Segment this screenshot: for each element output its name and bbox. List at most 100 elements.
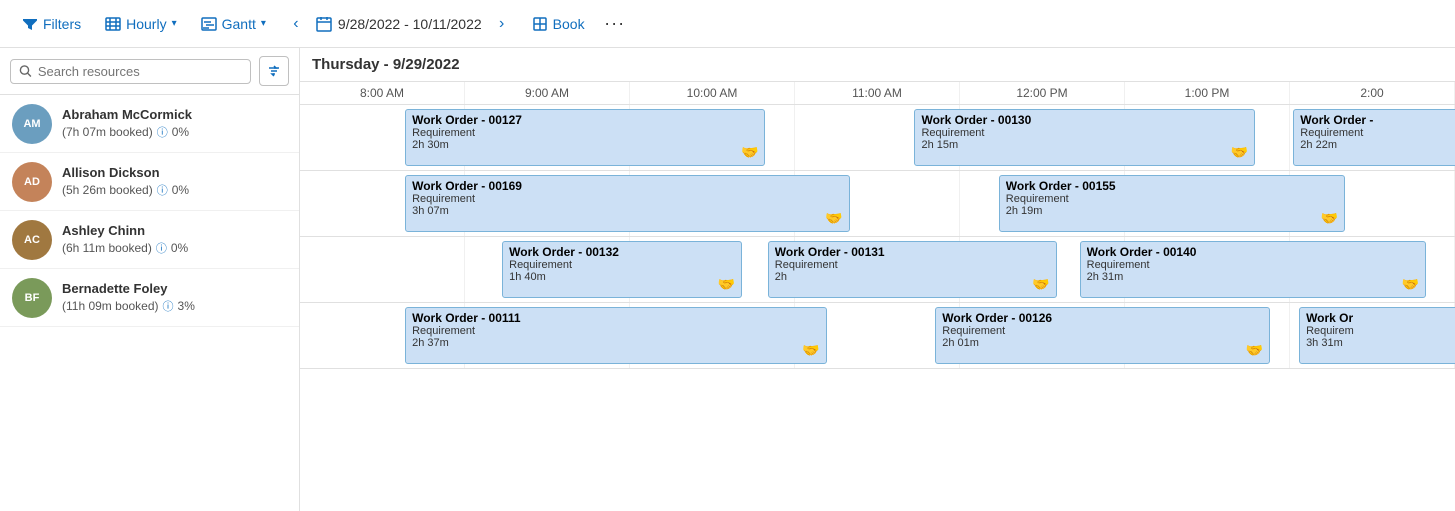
- resource-meta-abraham: (7h 07m booked) ⓘ 0%: [62, 124, 287, 140]
- next-button[interactable]: ›: [486, 8, 518, 40]
- gantt-icon: [201, 16, 217, 32]
- handshake-icon-wo132: 🤝: [718, 276, 735, 293]
- time-slot-0: 8:00 AM: [300, 82, 465, 104]
- resource-info-abraham: Abraham McCormick (7h 07m booked) ⓘ 0%: [62, 107, 287, 140]
- date-range-text: 9/28/2022 - 10/11/2022: [338, 16, 482, 32]
- wo-title-wo111: Work Order - 00111: [412, 311, 820, 325]
- resource-meta-bernadette: (11h 09m booked) ⓘ 3%: [62, 298, 287, 314]
- wo-duration-wo131: 2h: [775, 271, 1050, 283]
- avatar-allison: AD: [12, 162, 52, 202]
- hourly-chevron: ▾: [172, 18, 177, 29]
- wo-title-wo131: Work Order - 00131: [775, 245, 1050, 259]
- wo-sub-wo126: Requirement: [942, 325, 1263, 337]
- more-button[interactable]: ···: [599, 8, 631, 40]
- time-slot-1: 9:00 AM: [465, 82, 630, 104]
- resource-item-bernadette[interactable]: BF Bernadette Foley (11h 09m booked) ⓘ 3…: [0, 269, 299, 327]
- wo-title-wo155: Work Order - 00155: [1006, 179, 1339, 193]
- schedule-row-abraham: Work Order - 00127 Requirement 2h 30m 🤝 …: [300, 105, 1455, 171]
- wo-title-wo140: Work Order - 00140: [1087, 245, 1420, 259]
- handshake-icon-wo155: 🤝: [1321, 210, 1338, 227]
- handshake-icon-wo127: 🤝: [741, 144, 758, 161]
- gantt-button[interactable]: Gantt ▾: [191, 11, 276, 37]
- work-order-wo140[interactable]: Work Order - 00140 Requirement 2h 31m 🤝: [1080, 241, 1427, 298]
- schedule-row-bernadette: Work Order - 00111 Requirement 2h 37m 🤝 …: [300, 303, 1455, 369]
- book-icon: [532, 16, 548, 32]
- handshake-icon-wo126: 🤝: [1246, 342, 1263, 359]
- filters-button[interactable]: Filters: [12, 11, 91, 37]
- time-header: 8:00 AM9:00 AM10:00 AM11:00 AM12:00 PM1:…: [300, 82, 1455, 105]
- search-bar: [0, 48, 299, 95]
- work-order-wo111[interactable]: Work Order - 00111 Requirement 2h 37m 🤝: [405, 307, 827, 364]
- hourly-icon: [105, 16, 121, 32]
- resource-name-bernadette: Bernadette Foley: [62, 281, 287, 296]
- schedule-row-allison: Work Order - 00169 Requirement 3h 07m 🤝 …: [300, 171, 1455, 237]
- handshake-icon-wo131: 🤝: [1032, 276, 1049, 293]
- book-button[interactable]: Book: [522, 11, 595, 37]
- wo-title-wo169: Work Order - 00169: [412, 179, 843, 193]
- wo-duration-wo140: 2h 31m: [1087, 271, 1420, 283]
- wo-duration-wo155: 2h 19m: [1006, 205, 1339, 217]
- gantt-label: Gantt: [222, 16, 256, 32]
- wo-duration-wo127: 2h 30m: [412, 139, 758, 151]
- wo-title-wo132: Work Order - 00132: [509, 245, 735, 259]
- work-order-wo127[interactable]: Work Order - 00127 Requirement 2h 30m 🤝: [405, 109, 765, 166]
- resource-meta-allison: (5h 26m booked) ⓘ 0%: [62, 182, 287, 198]
- time-slot-6: 2:00: [1290, 82, 1455, 104]
- resource-info-allison: Allison Dickson (5h 26m booked) ⓘ 0%: [62, 165, 287, 198]
- wo-duration-wo111: 2h 37m: [412, 337, 820, 349]
- work-order-wo131[interactable]: Work Order - 00131 Requirement 2h 🤝: [768, 241, 1057, 298]
- wo-title-wo130: Work Order - 00130: [921, 113, 1248, 127]
- right-panel: Thursday - 9/29/2022 8:00 AM9:00 AM10:00…: [300, 48, 1455, 511]
- handshake-icon-wo130: 🤝: [1231, 144, 1248, 161]
- work-order-wo132[interactable]: Work Order - 00132 Requirement 1h 40m 🤝: [502, 241, 742, 298]
- work-order-wo_cut1[interactable]: Work Order - Requirement 2h 22m 🤝: [1293, 109, 1455, 166]
- resource-item-abraham[interactable]: AM Abraham McCormick (7h 07m booked) ⓘ 0…: [0, 95, 299, 153]
- info-icon: ⓘ: [157, 182, 168, 198]
- work-order-wo130[interactable]: Work Order - 00130 Requirement 2h 15m 🤝: [914, 109, 1255, 166]
- search-input[interactable]: [38, 64, 242, 79]
- sort-button[interactable]: [259, 56, 289, 86]
- time-slot-4: 12:00 PM: [960, 82, 1125, 104]
- schedule-cells-abraham: Work Order - 00127 Requirement 2h 30m 🤝 …: [300, 105, 1455, 170]
- resource-list: AM Abraham McCormick (7h 07m booked) ⓘ 0…: [0, 95, 299, 511]
- wo-title-wo_cut1: Work Order -: [1300, 113, 1455, 127]
- info-icon: ⓘ: [156, 240, 167, 256]
- work-order-wo169[interactable]: Work Order - 00169 Requirement 3h 07m 🤝: [405, 175, 850, 232]
- info-icon: ⓘ: [157, 124, 168, 140]
- left-panel: AM Abraham McCormick (7h 07m booked) ⓘ 0…: [0, 48, 300, 511]
- date-header: Thursday - 9/29/2022: [300, 48, 1455, 82]
- resource-item-ashley[interactable]: AC Ashley Chinn (6h 11m booked) ⓘ 0%: [0, 211, 299, 269]
- wo-sub-wo132: Requirement: [509, 259, 735, 271]
- wo-sub-wo131: Requirement: [775, 259, 1050, 271]
- wo-sub-wo_cut2: Requirem: [1306, 325, 1455, 337]
- book-label: Book: [553, 16, 585, 32]
- wo-duration-wo_cut2: 3h 31m: [1306, 337, 1455, 349]
- handshake-icon-wo140: 🤝: [1402, 276, 1419, 293]
- prev-button[interactable]: ‹: [280, 8, 312, 40]
- wo-sub-wo_cut1: Requirement: [1300, 127, 1455, 139]
- wo-sub-wo111: Requirement: [412, 325, 820, 337]
- filters-label: Filters: [43, 16, 81, 32]
- avatar-abraham: AM: [12, 104, 52, 144]
- work-order-wo126[interactable]: Work Order - 00126 Requirement 2h 01m 🤝: [935, 307, 1270, 364]
- filter-icon: [22, 16, 38, 32]
- wo-sub-wo169: Requirement: [412, 193, 843, 205]
- work-order-wo155[interactable]: Work Order - 00155 Requirement 2h 19m 🤝: [999, 175, 1346, 232]
- hourly-button[interactable]: Hourly ▾: [95, 11, 187, 37]
- calendar-icon: [316, 16, 332, 32]
- time-slot-5: 1:00 PM: [1125, 82, 1290, 104]
- handshake-icon-wo111: 🤝: [802, 342, 819, 359]
- search-input-wrap[interactable]: [10, 59, 251, 84]
- wo-duration-wo126: 2h 01m: [942, 337, 1263, 349]
- wo-sub-wo127: Requirement: [412, 127, 758, 139]
- avatar-ashley: AC: [12, 220, 52, 260]
- wo-title-wo126: Work Order - 00126: [942, 311, 1263, 325]
- toolbar: Filters Hourly ▾ Gantt ▾ ‹ 9/28/2022 - 1…: [0, 0, 1455, 48]
- schedule-grid: Work Order - 00127 Requirement 2h 30m 🤝 …: [300, 105, 1455, 511]
- resource-item-allison[interactable]: AD Allison Dickson (5h 26m booked) ⓘ 0%: [0, 153, 299, 211]
- wo-sub-wo155: Requirement: [1006, 193, 1339, 205]
- resource-meta-ashley: (6h 11m booked) ⓘ 0%: [62, 240, 287, 256]
- date-range: 9/28/2022 - 10/11/2022: [316, 16, 482, 32]
- work-order-wo_cut2[interactable]: Work Or Requirem 3h 31m 🤝: [1299, 307, 1455, 364]
- search-icon: [19, 64, 32, 78]
